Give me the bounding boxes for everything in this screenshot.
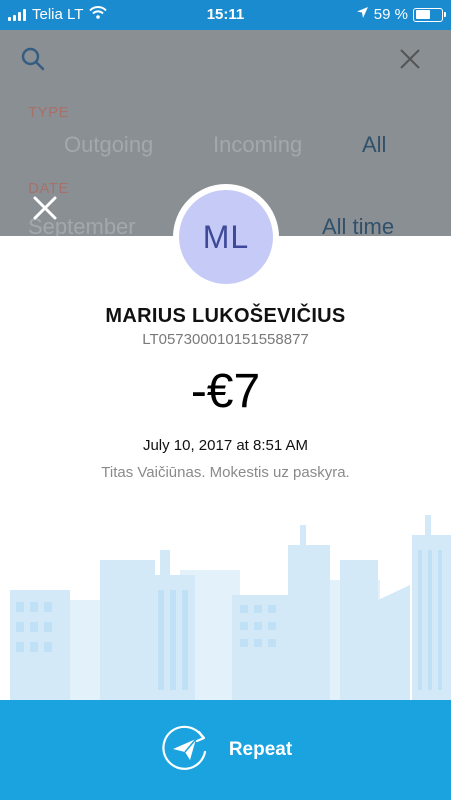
repeat-send-icon [159, 722, 211, 779]
location-arrow-icon [356, 6, 369, 23]
repeat-label: Repeat [228, 739, 293, 760]
type-filter-label: TYPE [28, 104, 70, 121]
transaction-description: Titas Vaičiūnas. Mokestis uz paskyra. [101, 464, 350, 481]
type-option-all[interactable]: All [362, 132, 386, 158]
type-option-outgoing[interactable]: Outgoing [64, 132, 153, 158]
repeat-button[interactable]: Repeat [0, 700, 451, 800]
battery-icon [413, 7, 446, 22]
type-option-incoming[interactable]: Incoming [213, 132, 302, 158]
avatar: ML [173, 184, 279, 290]
avatar-initials: ML [179, 190, 273, 284]
transaction-amount: -€7 [190, 365, 261, 418]
close-icon[interactable] [30, 193, 60, 223]
recipient-name: MARIUS LUKOŠEVIČIUS [105, 305, 346, 327]
status-right: 59 % [356, 6, 446, 23]
search-icon[interactable] [20, 46, 46, 77]
transaction-date: July 10, 2017 at 8:51 AM [142, 437, 309, 454]
clear-search-icon[interactable] [399, 48, 421, 75]
recipient-iban: LT057300010151558877 [142, 331, 309, 348]
battery-percent: 59 % [373, 6, 408, 23]
status-bar: Telia LT 15:11 59 % [0, 0, 451, 30]
cityscape-illustration [10, 515, 451, 700]
